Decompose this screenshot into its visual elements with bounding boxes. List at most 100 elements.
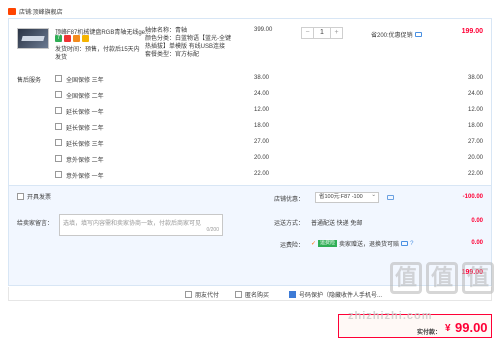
line-total: 199.00: [461, 28, 483, 35]
spec-line: 颜色分类：白蓝物语【蓝光-全键: [145, 36, 231, 42]
insurance-info: ✓ 运费险 卖家赠送，退换货可赔 ?: [311, 239, 413, 248]
service-total: 12.00: [467, 107, 483, 113]
service-name: 全国保修 三年: [66, 78, 104, 84]
chat-icon[interactable]: [414, 32, 422, 37]
service-total: 22.00: [467, 171, 483, 177]
message-label: 给卖家留言：: [17, 221, 54, 227]
spec-line: 热插拔】单模版 有线USB连接: [145, 44, 226, 50]
service-price: 38.00: [254, 75, 270, 81]
shipping-amount: 0.00: [471, 218, 483, 224]
service-price: 24.00: [254, 91, 270, 97]
service-price: 18.00: [254, 123, 270, 129]
quantity-minus-button[interactable]: −: [301, 27, 314, 39]
shop-label: 店铺:: [19, 9, 33, 16]
message-textarea[interactable]: 选填，填写内容需和卖家协商一致，付款后商家可见 0/200: [59, 214, 223, 236]
friend-pay-option[interactable]: 朋友代付: [185, 290, 219, 299]
service-name: 延长保修 三年: [66, 142, 104, 148]
insurance-text: 卖家赠送，退换货可赔: [339, 242, 400, 248]
service-checkbox[interactable]: [55, 75, 62, 82]
insurance-label: 运费险：: [280, 243, 305, 249]
coupon-select[interactable]: 省100元:F87 -100: [315, 192, 379, 203]
shop-name[interactable]: 顶峰旗舰店: [33, 7, 63, 16]
discount-text: 省200:优惠促销: [371, 33, 413, 39]
service-checkbox[interactable]: [55, 155, 62, 162]
service-total: 27.00: [467, 139, 483, 145]
service-name: 全国保修 二年: [66, 94, 104, 100]
coupon-label: 店铺优惠：: [274, 197, 305, 203]
service-row: 意外保修 二年 20.00 20.00: [9, 153, 491, 167]
watermark-url: zhizhizhi.com: [348, 310, 433, 322]
service-total: 24.00: [467, 91, 483, 97]
anonymous-option[interactable]: 匿名购买: [235, 290, 269, 299]
service-row: 延长保修 三年 27.00 27.00: [9, 137, 491, 151]
quantity-input[interactable]: 1: [314, 27, 330, 39]
friend-pay-label: 朋友代付: [195, 293, 220, 299]
unit-price: 399.00: [254, 27, 273, 33]
help-icon[interactable]: ?: [410, 241, 413, 247]
service-total: 20.00: [467, 155, 483, 161]
badge-orange-icon: [73, 35, 80, 42]
shipping-time-note: 发货时间：预售，付款后15天内: [55, 47, 140, 53]
number-protect-label: 号码保护（隐藏收件人手机号...: [299, 293, 383, 299]
service-checkbox[interactable]: [55, 123, 62, 130]
spec-line: 轴体名称：青轴: [145, 28, 188, 34]
insurance-amount: 0.00: [471, 240, 483, 246]
anonymous-checkbox[interactable]: [235, 291, 242, 298]
service-name: 意外保修 二年: [66, 158, 104, 164]
chat-icon[interactable]: [387, 195, 394, 200]
service-checkbox[interactable]: [55, 107, 62, 114]
product-spec: 轴体名称：青轴 颜色分类：白蓝物语【蓝光-全键 热插拔】单模版 有线USB连接 …: [145, 27, 245, 59]
shipping-method: 普通配送 快递 免邮: [311, 221, 363, 227]
message-counter: 0/200: [206, 227, 219, 233]
number-protect-option[interactable]: 号码保护（隐藏收件人手机号...: [289, 290, 382, 299]
product-thumbnail[interactable]: [17, 28, 49, 49]
order-options-panel: 开具发票 给卖家留言： 选填，填写内容需和卖家协商一致，付款后商家可见 0/20…: [8, 186, 492, 286]
discount-info: 省200:优惠促销: [371, 30, 422, 39]
message-placeholder: 选填，填写内容需和卖家协商一致，付款后商家可见: [63, 221, 202, 227]
service-price: 22.00: [254, 171, 270, 177]
service-total: 38.00: [467, 75, 483, 81]
service-name: 意外保修 一年: [66, 174, 104, 180]
number-protect-checkbox[interactable]: [289, 291, 296, 298]
store-subtotal: 199.00: [461, 269, 483, 276]
service-row: 意外保修 一年 22.00 22.00: [9, 169, 491, 183]
chat-icon[interactable]: [401, 241, 409, 246]
checkmark-icon: ✓: [311, 241, 317, 247]
badge-red-icon: [64, 35, 71, 42]
service-checkbox[interactable]: [55, 91, 62, 98]
insurance-tag: 运费险: [318, 240, 338, 247]
payment-currency: ¥: [445, 323, 451, 334]
anonymous-label: 匿名购买: [245, 293, 270, 299]
quantity-stepper: − 1 +: [301, 27, 343, 39]
service-price: 20.00: [254, 155, 270, 161]
coupon-amount: -100.00: [462, 194, 483, 200]
product-badges: 7: [55, 35, 89, 42]
order-footer: 朋友代付 匿名购买 号码保护（隐藏收件人手机号...: [8, 287, 492, 301]
service-row: 延长保修 一年 12.00 12.00: [9, 105, 491, 119]
invoice-checkbox[interactable]: [17, 193, 24, 200]
shipping-time-note-cont: 发货: [55, 55, 68, 61]
service-price: 27.00: [254, 139, 270, 145]
shop-icon: [8, 7, 16, 15]
service-total: 18.00: [467, 123, 483, 129]
service-name: 延长保修 一年: [66, 110, 104, 116]
spec-line: 套餐类型：官方标配: [145, 52, 200, 58]
service-checkbox[interactable]: [55, 171, 62, 178]
service-row: 延长保修 二年 18.00 18.00: [9, 121, 491, 135]
shipping-label: 运送方式：: [274, 221, 305, 227]
order-item-panel: 顶峰F87机械键盘RGB青轴无线ge... 7 发货时间：预售，付款后15天内 …: [8, 18, 492, 186]
invoice-label: 开具发票: [27, 195, 52, 201]
invoice-option[interactable]: 开具发票: [17, 192, 51, 201]
payment-label: 实付款：: [417, 330, 442, 336]
service-row: 全国保修 二年 24.00 24.00: [9, 89, 491, 103]
service-checkbox[interactable]: [55, 139, 62, 146]
service-row: 全国保修 三年 38.00 38.00: [9, 73, 491, 87]
product-row: 顶峰F87机械键盘RGB青轴无线ge... 7 发货时间：预售，付款后15天内 …: [9, 19, 491, 71]
friend-pay-checkbox[interactable]: [185, 291, 192, 298]
shop-header: 店铺: 顶峰旗舰店: [8, 6, 492, 16]
service-price: 12.00: [254, 107, 270, 113]
badge-yellow-icon: [82, 35, 89, 42]
service-name: 延长保修 二年: [66, 126, 104, 132]
quantity-plus-button[interactable]: +: [330, 27, 343, 39]
badge-7day-icon: 7: [55, 35, 62, 42]
